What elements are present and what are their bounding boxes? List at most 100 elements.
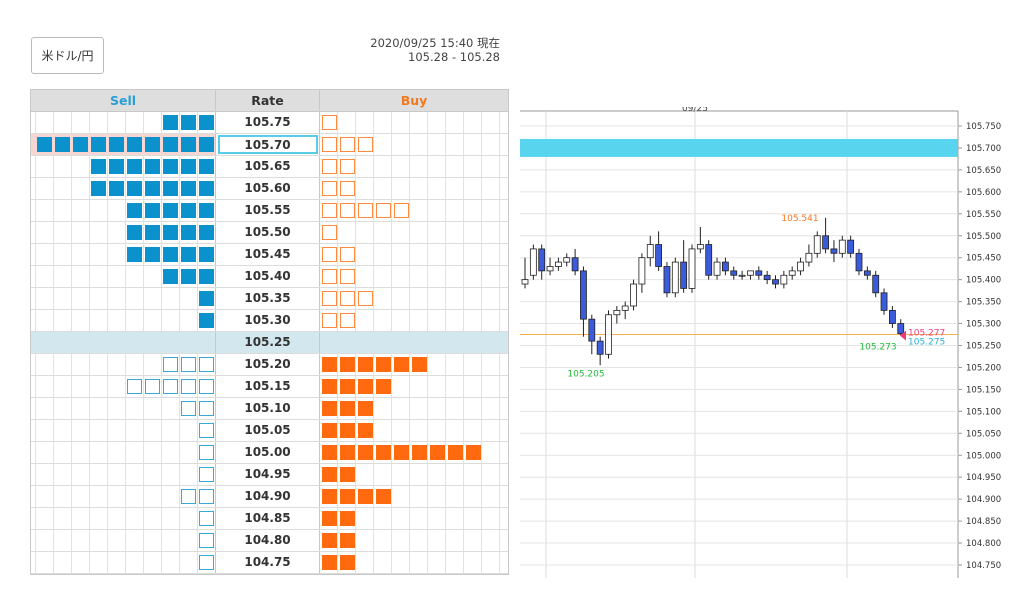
date-label: 09/25	[682, 107, 708, 114]
order-row[interactable]: 105.65	[31, 156, 508, 178]
sell-cell	[31, 112, 216, 133]
order-row[interactable]: 105.30	[31, 310, 508, 332]
rate-cell[interactable]: 105.00	[216, 442, 320, 463]
rate-cell[interactable]: 105.20	[216, 354, 320, 375]
rate-cell[interactable]: 105.35	[216, 288, 320, 309]
rate-cell[interactable]: 104.90	[216, 486, 320, 507]
buy-position-block	[340, 269, 355, 284]
candle-up	[546, 266, 554, 272]
candle-up	[688, 248, 696, 289]
sell-cell	[31, 552, 216, 573]
rate-cell[interactable]: 105.75	[216, 112, 320, 133]
order-row[interactable]: 104.75	[31, 552, 508, 574]
rate-cell[interactable]: 104.95	[216, 464, 320, 485]
rate-cell[interactable]: 105.50	[216, 222, 320, 243]
rate-cell[interactable]: 104.75	[216, 552, 320, 573]
sell-order-block	[37, 137, 52, 152]
sell-cell	[31, 288, 216, 309]
rate-cell[interactable]: 105.30	[216, 310, 320, 331]
order-row[interactable]: 105.75	[31, 112, 508, 134]
sell-order-block	[163, 269, 178, 284]
rate-cell[interactable]: 105.60	[216, 178, 320, 199]
candle-down	[897, 323, 905, 335]
buy-order-block	[358, 357, 373, 372]
buy-order-block	[376, 357, 391, 372]
rate-cell[interactable]: 104.85	[216, 508, 320, 529]
order-row[interactable]: 105.20	[31, 354, 508, 376]
sell-position-block	[163, 379, 178, 394]
order-row[interactable]: 105.00	[31, 442, 508, 464]
y-tick-label: 105.150	[966, 385, 1001, 395]
rate-cell[interactable]: 105.10	[216, 398, 320, 419]
sell-order-block	[163, 137, 178, 152]
buy-position-block	[322, 225, 337, 240]
sell-order-block	[163, 247, 178, 262]
sell-order-block	[127, 181, 142, 196]
candle-up	[630, 283, 637, 307]
buy-order-block	[340, 379, 355, 394]
low-price-label: 105.205	[567, 369, 604, 379]
sell-order-block	[181, 137, 196, 152]
rate-cell[interactable]: 105.05	[216, 420, 320, 441]
currency-pair-button[interactable]: 米ドル/円	[31, 37, 104, 74]
buy-order-block	[358, 445, 373, 460]
buy-order-block	[430, 445, 445, 460]
buy-order-block	[322, 401, 337, 416]
sell-order-block	[145, 247, 160, 262]
order-row[interactable]: 105.60	[31, 178, 508, 200]
sell-order-block	[163, 115, 178, 130]
order-row[interactable]: 105.40	[31, 266, 508, 288]
candle-up	[521, 279, 529, 285]
order-row[interactable]: 104.95	[31, 464, 508, 486]
rate-cell[interactable]: 105.25	[216, 332, 320, 353]
y-tick-label: 105.050	[966, 429, 1001, 439]
buy-cell	[320, 354, 508, 375]
order-row[interactable]: 105.50	[31, 222, 508, 244]
buy-cell	[320, 310, 508, 331]
candle-up	[838, 239, 846, 254]
rate-cell[interactable]: 105.15	[216, 376, 320, 397]
order-row[interactable]: 104.90	[31, 486, 508, 508]
order-row[interactable]: 105.05	[31, 420, 508, 442]
sell-order-block	[127, 203, 142, 218]
buy-cell	[320, 332, 508, 353]
sell-cell	[31, 200, 216, 221]
sell-order-block	[91, 159, 106, 174]
buy-order-block	[322, 467, 337, 482]
rate-value: 104.90	[244, 489, 291, 503]
y-tick-label: 104.900	[966, 495, 1001, 505]
order-row[interactable]: 105.15	[31, 376, 508, 398]
candle-up	[613, 309, 621, 316]
order-row[interactable]: 104.80	[31, 530, 508, 552]
rate-value: 104.80	[244, 533, 291, 547]
rate-value: 105.70	[217, 135, 318, 154]
sell-position-block	[181, 357, 196, 372]
rate-cell[interactable]: 105.45	[216, 244, 320, 265]
bid-ask-text: 105.28 - 105.28	[408, 50, 500, 64]
sell-order-block	[145, 159, 160, 174]
rate-cell[interactable]: 104.80	[216, 530, 320, 551]
y-tick-label: 105.450	[966, 254, 1001, 264]
order-row[interactable]: 105.10	[31, 398, 508, 420]
rate-cell[interactable]: 105.40	[216, 266, 320, 287]
buy-position-block	[340, 291, 355, 306]
buy-order-block	[340, 357, 355, 372]
candle-down	[847, 239, 855, 254]
rate-cell[interactable]: 105.55	[216, 200, 320, 221]
order-row[interactable]: 104.85	[31, 508, 508, 530]
rate-cell[interactable]: 105.70	[216, 134, 320, 155]
price-chart[interactable]: 09/25 105.750 105.700 105.650 105.600 105.550…	[520, 107, 1024, 578]
order-row[interactable]: 105.35	[31, 288, 508, 310]
y-tick-label: 105.250	[966, 342, 1001, 352]
buy-order-block	[376, 489, 391, 504]
buy-order-block	[322, 445, 337, 460]
rate-cell[interactable]: 105.65	[216, 156, 320, 177]
order-row[interactable]: 105.70	[31, 134, 508, 156]
order-row[interactable]: 105.45	[31, 244, 508, 266]
y-tick-label: 105.500	[966, 232, 1001, 242]
y-tick-label: 104.800	[966, 539, 1001, 549]
order-row[interactable]: 105.55	[31, 200, 508, 222]
candle-down	[730, 270, 738, 276]
order-row-current[interactable]: 105.25	[31, 332, 508, 354]
buy-position-block	[322, 247, 337, 262]
